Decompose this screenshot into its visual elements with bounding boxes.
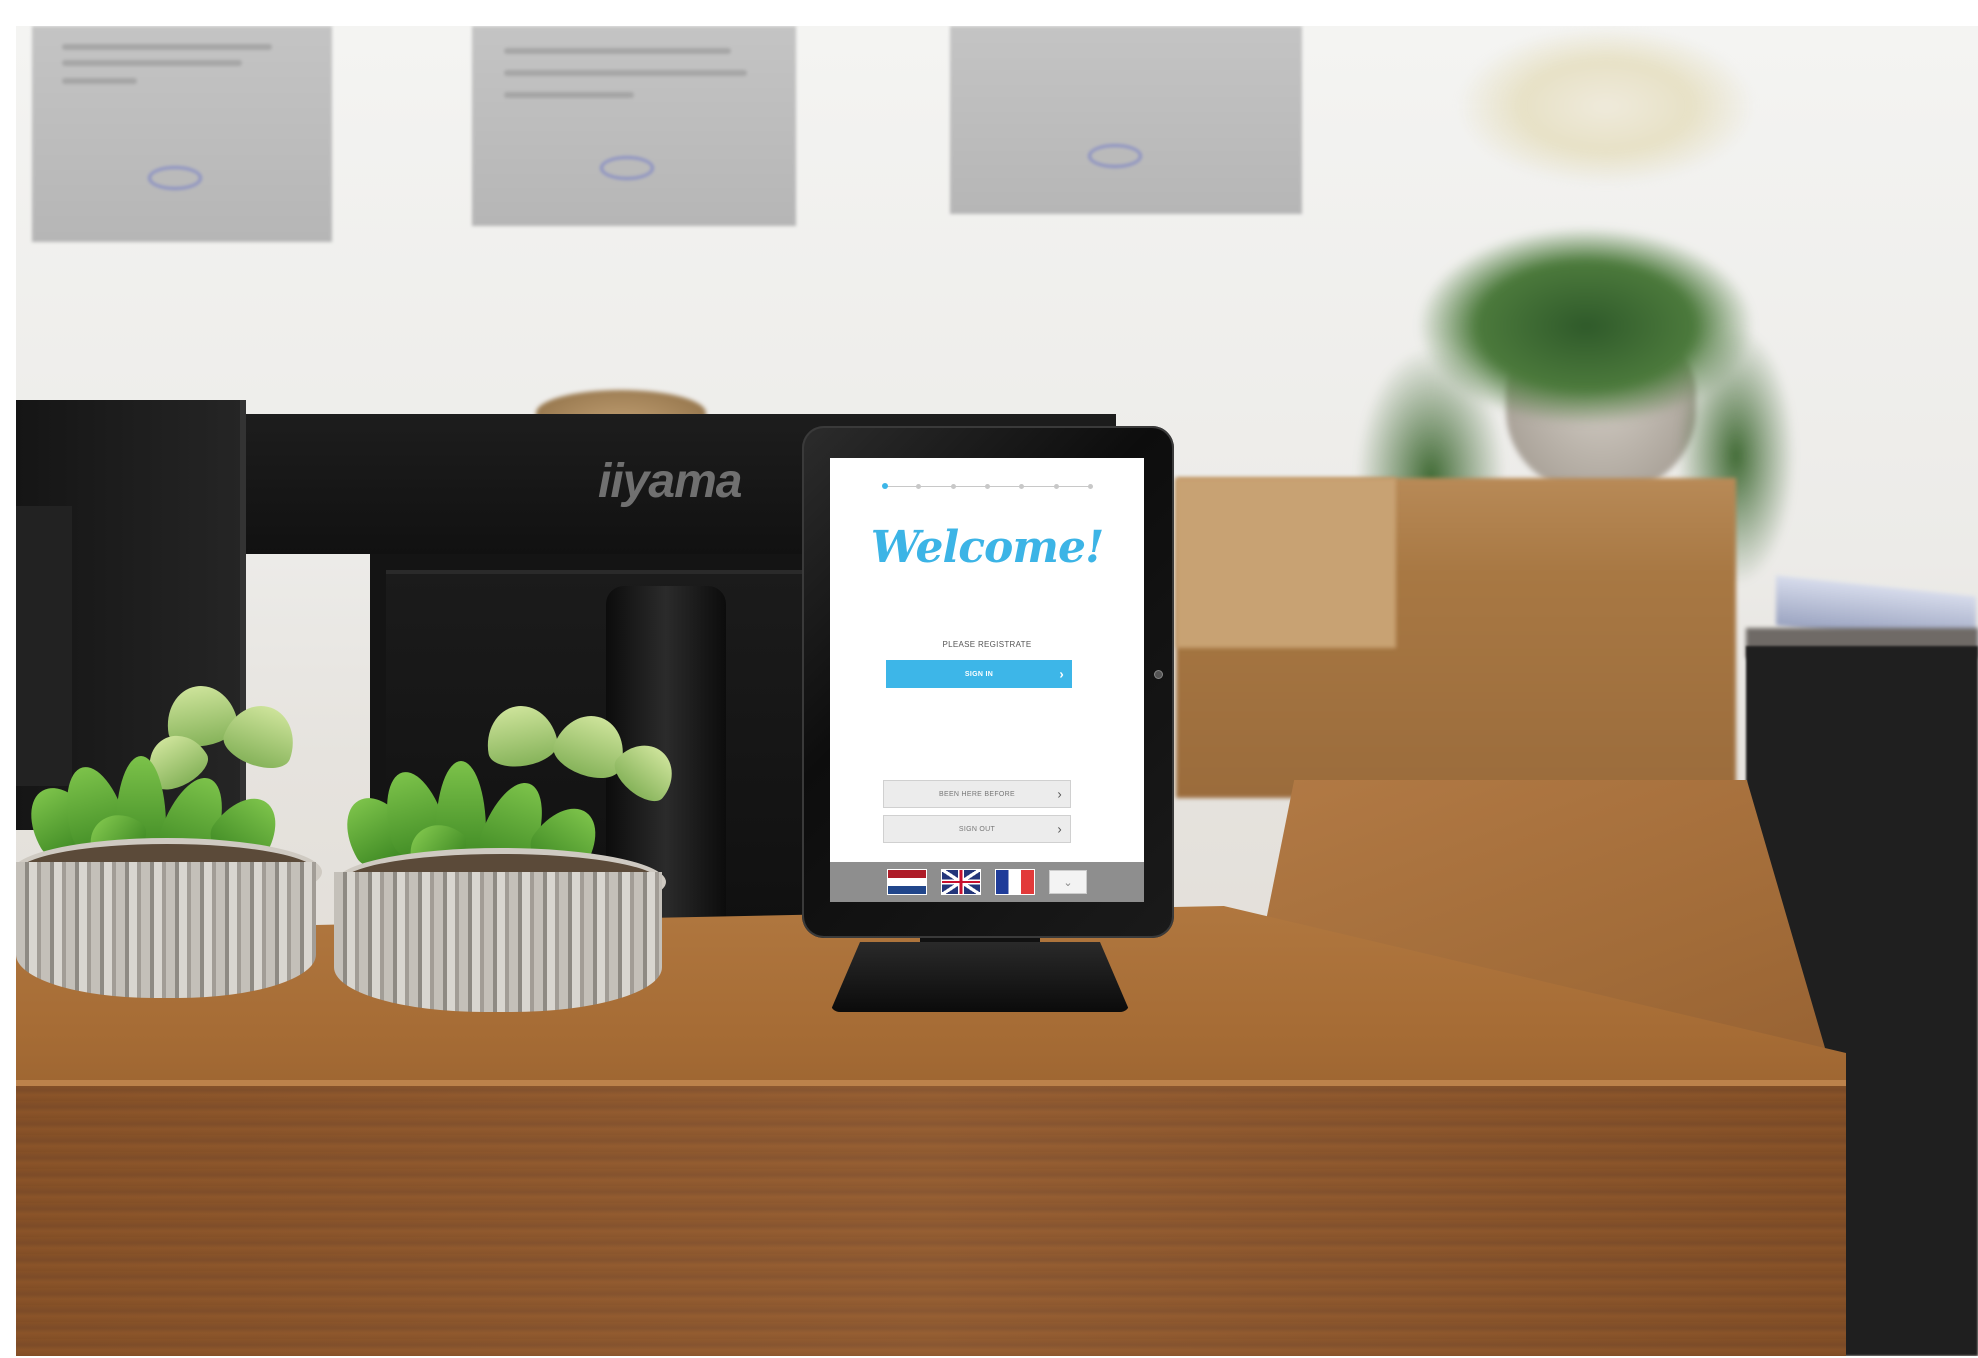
wall-poster (32, 26, 332, 242)
step-progress (882, 483, 1094, 491)
language-bar: ⌄ (830, 862, 1144, 902)
sign-in-label: SIGN IN (964, 670, 994, 678)
progress-step-dot (1054, 484, 1059, 489)
chevron-right-icon: › (1057, 821, 1062, 837)
plant-pot (334, 872, 662, 1012)
progress-step-dot (985, 484, 990, 489)
sign-out-label: SIGN OUT (958, 825, 996, 833)
camera-icon (1154, 670, 1163, 679)
been-here-before-button[interactable]: BEEN HERE BEFORE › (883, 780, 1071, 808)
chevron-down-icon: ⌄ (1063, 876, 1073, 889)
chevron-right-icon: › (1057, 786, 1062, 802)
registration-prompt: PLEASE REGISTRATE (942, 640, 1032, 649)
monitor-brand-logo: iiyama (598, 455, 742, 508)
progress-step-dot (1019, 484, 1024, 489)
orchid-flowers (1456, 26, 1756, 186)
uk-flag-icon[interactable] (941, 869, 981, 895)
welcome-title: Welcome! (870, 522, 1105, 573)
progress-step-dot (916, 484, 921, 489)
progress-step-dot (951, 484, 956, 489)
plant-pot (16, 862, 316, 998)
more-languages-button[interactable]: ⌄ (1049, 870, 1087, 894)
tablet-stand (830, 942, 1130, 1012)
wall-poster (472, 26, 796, 226)
nl-flag-icon[interactable] (887, 869, 927, 895)
sign-in-button[interactable]: SIGN IN › (886, 660, 1072, 688)
wall-poster (950, 26, 1302, 214)
chevron-right-icon: › (1059, 666, 1064, 682)
progress-step-dot (1088, 484, 1093, 489)
desk-front-panel (16, 1086, 1846, 1356)
kiosk-screen: Welcome! PLEASE REGISTRATE SIGN IN › BEE… (830, 458, 1144, 902)
progress-step-dot (882, 483, 888, 489)
been-here-label: BEEN HERE BEFORE (939, 790, 1015, 798)
fr-flag-icon[interactable] (995, 869, 1035, 895)
sign-out-button[interactable]: SIGN OUT › (883, 815, 1071, 843)
